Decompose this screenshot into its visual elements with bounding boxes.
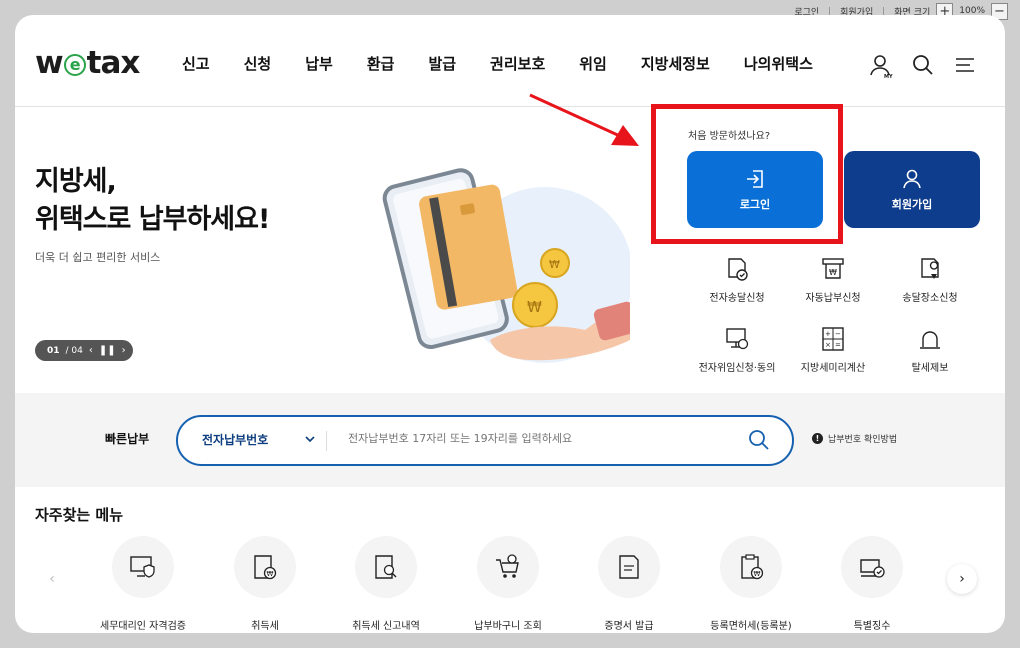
nav-item-pay[interactable]: 납부	[305, 53, 333, 74]
certificate-icon	[598, 536, 660, 598]
auto-pay-icon: ₩	[822, 258, 844, 279]
frequent-item-label: 취득세 신고내역	[352, 621, 420, 632]
header: w e tax 신고 신청 납부 환급 발급 권리보호 위임 지방세정보 나의위택스…	[15, 15, 1005, 107]
service-label: 전자송달신청	[709, 293, 765, 304]
service-tax-calculator[interactable]: + − × = 지방세미리계산	[783, 325, 883, 374]
clipboard-won-icon: ₩	[720, 536, 782, 598]
nav-item-tax-info[interactable]: 지방세정보	[641, 53, 710, 74]
frequent-item-certificate[interactable]: 증명서 발급	[569, 536, 689, 632]
document-won-icon: ₩	[234, 536, 296, 598]
hero-illustration: ₩ ₩	[370, 165, 639, 375]
frequent-item-special-collection[interactable]: 특별징수	[812, 536, 932, 632]
payment-number-input[interactable]	[348, 432, 728, 445]
frequent-item-label: 납부바구니 조회	[474, 621, 542, 632]
frequent-item-label: 등록면허세(등록분)	[710, 621, 792, 632]
prev-slide-icon[interactable]: ‹	[89, 345, 93, 356]
box-check-icon	[841, 536, 903, 598]
frequent-item-label: 취득세	[251, 621, 279, 632]
join-label: 회원가입	[891, 197, 933, 211]
nav-item-report[interactable]: 신고	[182, 53, 210, 74]
hero-subtitle: 더욱 더 쉽고 편리한 서비스	[35, 251, 161, 264]
frequent-item-acquisition-tax[interactable]: ₩ 취득세	[205, 536, 325, 632]
svg-text:+: +	[825, 330, 831, 338]
nav-item-my-wetax[interactable]: 나의위택스	[744, 53, 813, 74]
info-icon: !	[812, 433, 823, 444]
siren-icon	[920, 331, 940, 349]
main-nav: 신고 신청 납부 환급 발급 권리보호 위임 지방세정보 나의위택스	[182, 53, 847, 74]
chevron-down-icon[interactable]	[304, 434, 316, 444]
svg-text:₩: ₩	[267, 570, 274, 578]
svg-text:×: ×	[825, 341, 831, 349]
nav-item-delegate[interactable]: 위임	[579, 53, 607, 74]
svg-text:−: −	[835, 330, 841, 338]
nav-item-issue[interactable]: 발급	[428, 53, 456, 74]
svg-text:₩: ₩	[549, 258, 560, 271]
my-page-icon[interactable]: MY	[869, 53, 893, 80]
hero-title-line: 위택스로 납부하세요!	[35, 204, 270, 235]
search-icon[interactable]	[748, 429, 770, 451]
nav-item-rights[interactable]: 권리보호	[490, 53, 545, 74]
quick-pay-search: 전자납부번호	[176, 415, 794, 466]
service-label: 탈세제보	[911, 363, 949, 374]
svg-text:MY: MY	[884, 74, 893, 79]
carousel-next-icon[interactable]: ›	[947, 564, 977, 594]
svg-text:₩: ₩	[754, 570, 761, 578]
service-e-delegate[interactable]: 전자위임신청·동의	[687, 325, 787, 374]
wetax-logo[interactable]: w e tax	[35, 45, 141, 81]
monitor-shield-icon	[112, 536, 174, 598]
carousel-prev-icon[interactable]: ‹	[37, 564, 67, 594]
svg-text:₩: ₩	[829, 268, 837, 277]
frequent-item-label: 특별징수	[853, 621, 891, 632]
envelope-check-icon	[728, 258, 748, 281]
service-label: 송달장소신청	[902, 293, 958, 304]
next-slide-icon[interactable]: ›	[122, 345, 126, 356]
main-page: w e tax 신고 신청 납부 환급 발급 권리보호 위임 지방세정보 나의위택스…	[15, 15, 1005, 633]
page-current: 01	[47, 345, 60, 356]
frequent-menu-title: 자주찾는 메뉴	[35, 506, 124, 524]
monitor-delegate-icon	[726, 328, 749, 350]
location-envelope-icon	[921, 258, 939, 279]
service-e-delivery[interactable]: 전자송달신청	[687, 255, 787, 304]
slide-pager: 01 / 04 ‹ ❚❚ ›	[35, 340, 133, 361]
frequent-item-acquisition-history[interactable]: 취득세 신고내역	[326, 536, 446, 632]
quick-pay-section: 빠른납부 전자납부번호 ! 납부번호 확인방법	[15, 393, 1005, 487]
payment-number-help-link[interactable]: ! 납부번호 확인방법	[812, 432, 897, 445]
divider	[326, 431, 327, 451]
red-arrow-icon	[529, 93, 639, 146]
service-delivery-place[interactable]: 송달장소신청	[880, 255, 980, 304]
service-tax-evasion-report[interactable]: 탈세제보	[880, 325, 980, 374]
frequent-item-label: 세무대리인 자격검증	[100, 621, 186, 632]
calculator-icon: + −× =	[822, 327, 844, 351]
document-search-icon	[355, 536, 417, 598]
service-auto-pay[interactable]: ₩ 자동납부신청	[783, 255, 883, 304]
svg-text:₩: ₩	[527, 298, 542, 316]
nav-item-refund[interactable]: 환급	[367, 53, 395, 74]
pause-icon[interactable]: ❚❚	[99, 345, 116, 356]
user-icon	[903, 169, 921, 188]
hero-title-line: 지방세,	[35, 166, 117, 197]
frequent-item-label: 증명서 발급	[604, 621, 654, 632]
frequent-item-registration-tax[interactable]: ₩ 등록면허세(등록분)	[691, 536, 811, 632]
svg-text:=: =	[835, 341, 841, 349]
cart-search-icon	[477, 536, 539, 598]
payment-type-select[interactable]: 전자납부번호	[202, 431, 268, 448]
search-icon[interactable]	[911, 53, 935, 77]
hero-title: 지방세, 위택스로 납부하세요!	[35, 163, 270, 239]
header-icons: MY	[869, 53, 977, 80]
logo-text: tax	[86, 45, 141, 81]
service-label: 자동납부신청	[805, 293, 861, 304]
logo-text: w	[35, 45, 64, 81]
join-button[interactable]: 회원가입	[844, 151, 980, 228]
service-label: 전자위임신청·동의	[698, 363, 776, 374]
frequent-item-pay-basket[interactable]: 납부바구니 조회	[448, 536, 568, 632]
frequent-item-agent-verify[interactable]: 세무대리인 자격검증	[83, 536, 203, 632]
menu-icon[interactable]	[953, 53, 977, 77]
service-label: 지방세미리계산	[800, 363, 866, 374]
nav-item-apply[interactable]: 신청	[244, 53, 272, 74]
help-label: 납부번호 확인방법	[828, 435, 898, 445]
page-total: / 04	[65, 345, 83, 356]
highlight-box	[651, 104, 843, 244]
logo-e-mark: e	[63, 54, 86, 76]
quick-pay-label: 빠른납부	[105, 432, 150, 446]
